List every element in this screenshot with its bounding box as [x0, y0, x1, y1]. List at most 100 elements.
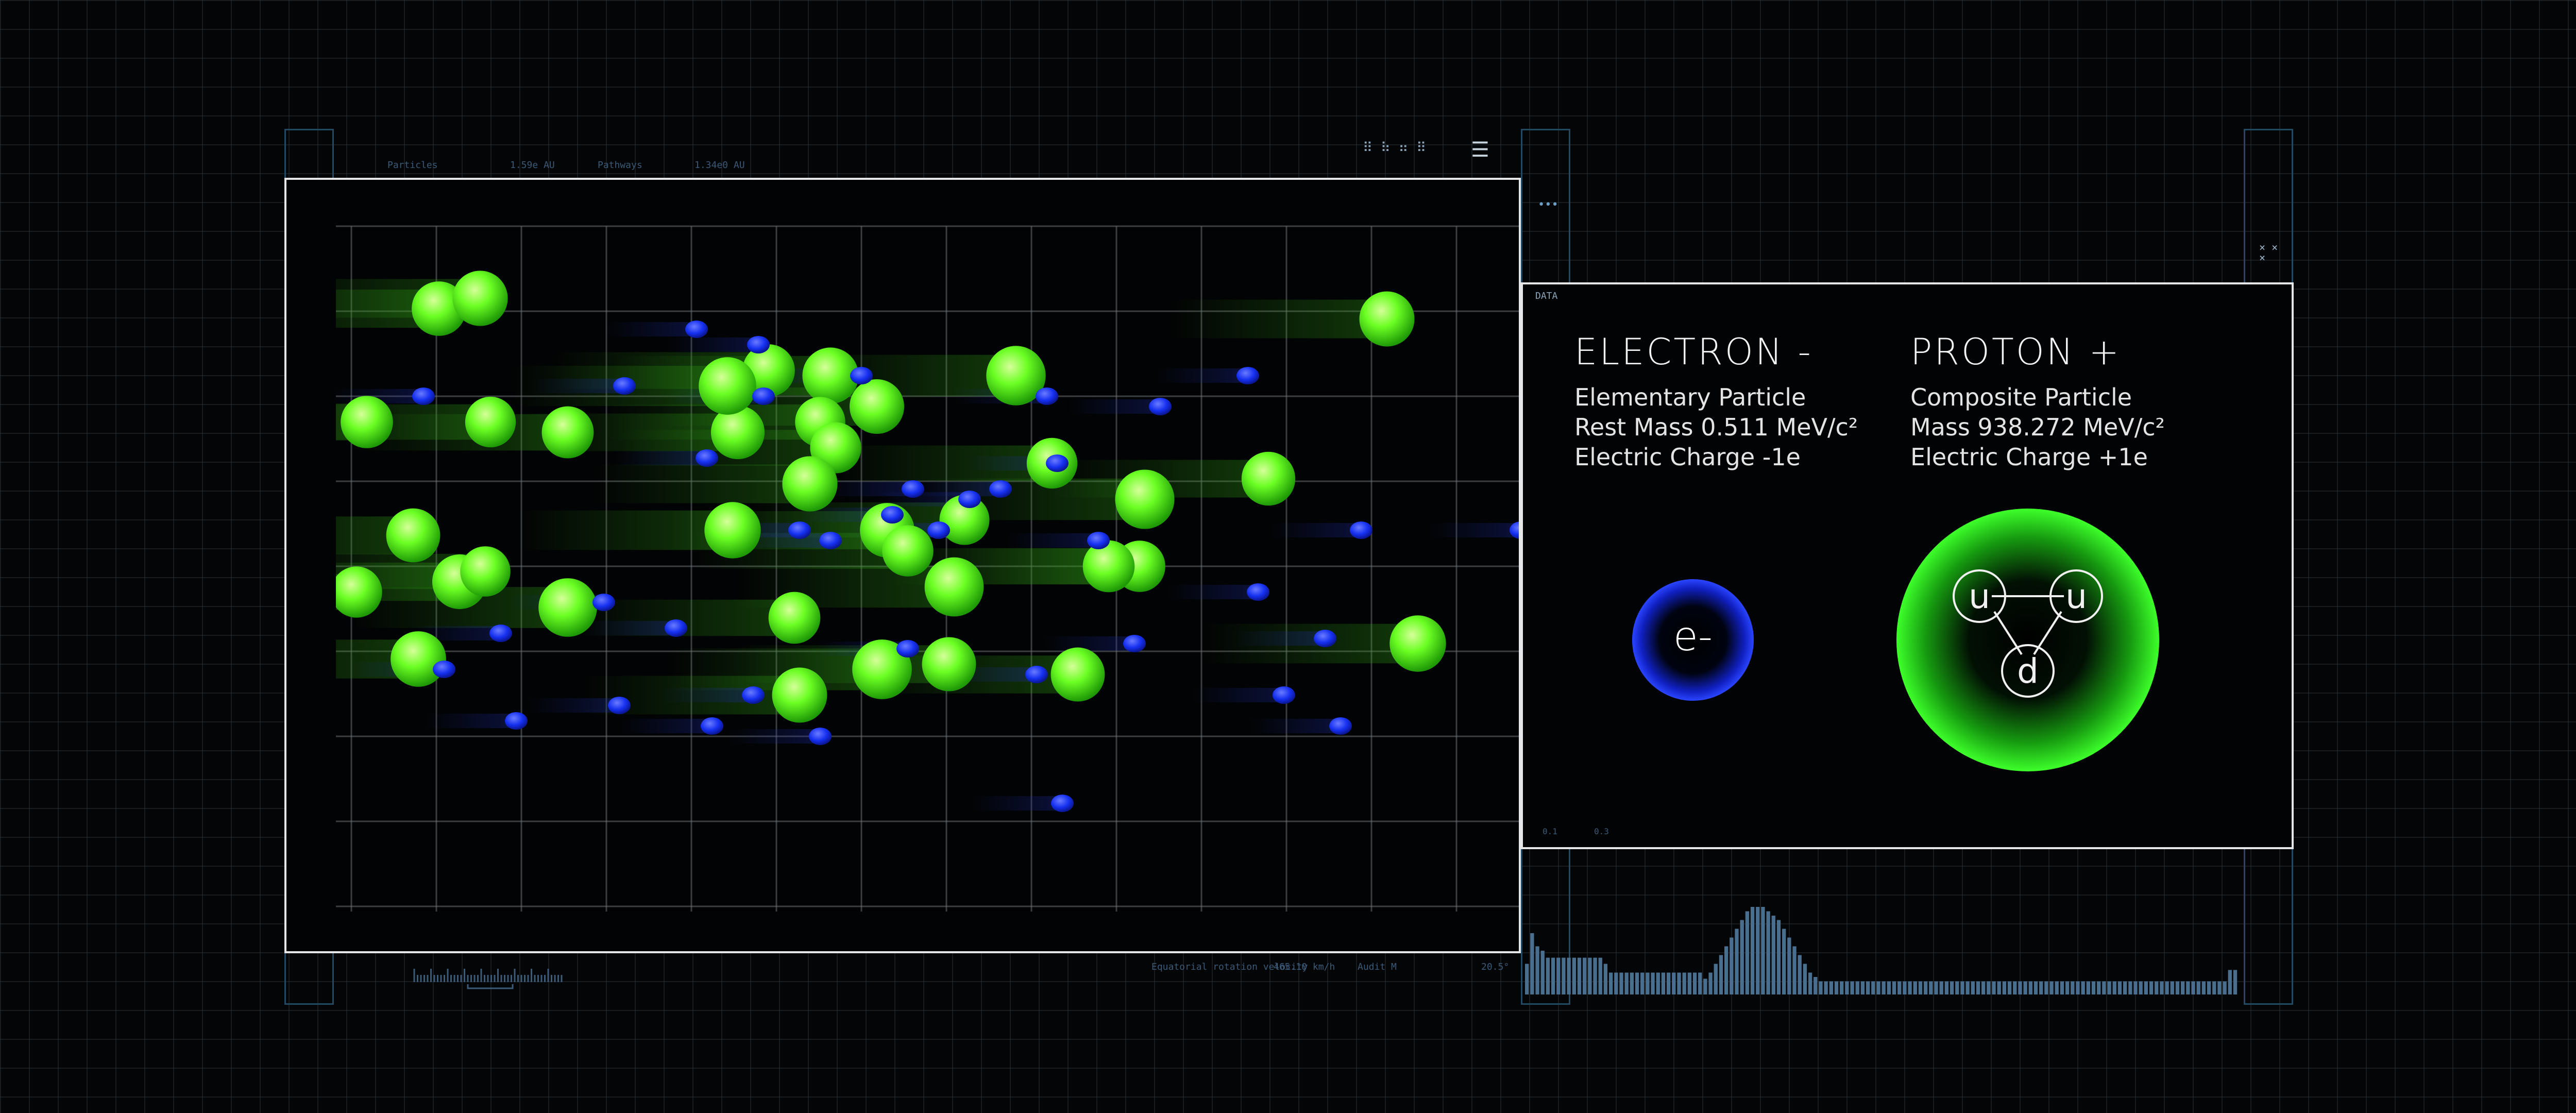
histogram-bar: [1750, 907, 1755, 994]
proton-particle[interactable]: [460, 546, 511, 597]
particle-trail: [1268, 523, 1361, 537]
particle-trail: [604, 322, 697, 336]
electron-particle[interactable]: [1350, 521, 1372, 539]
particle-trail: [527, 698, 619, 713]
electron-particle[interactable]: [412, 387, 435, 405]
proton-particle[interactable]: [882, 525, 934, 577]
histogram-bar: [1887, 981, 1891, 994]
proton-particle[interactable]: [772, 667, 827, 723]
proton-particle[interactable]: [341, 396, 393, 448]
electron-particle[interactable]: [1273, 686, 1295, 704]
electron-particle[interactable]: [902, 480, 924, 498]
electron-particle[interactable]: [788, 521, 811, 539]
electron-particle[interactable]: [809, 728, 832, 745]
proton-particle[interactable]: [541, 406, 594, 459]
particle-viewport[interactable]: [284, 178, 1521, 953]
histogram-bar: [2049, 981, 2054, 994]
electron-particle[interactable]: [1247, 583, 1269, 601]
proton-icon[interactable]: u u d: [1889, 501, 2167, 779]
energy-histogram[interactable]: [1525, 897, 2239, 994]
proton-particle[interactable]: [391, 631, 446, 687]
electron-particle[interactable]: [989, 480, 1012, 498]
histogram-bar: [1782, 929, 1786, 994]
histogram-bar: [2076, 981, 2080, 994]
histogram-bar: [1798, 955, 1802, 994]
bottom-ruler[interactable]: [412, 964, 567, 989]
histogram-bar: [2002, 981, 2007, 994]
electron-particle[interactable]: [1087, 532, 1110, 549]
graph-glyph[interactable]: ⠿ ⠷ ⠶ ⠿: [1363, 140, 1426, 156]
particle-trail: [970, 796, 1062, 811]
electron-particle[interactable]: [850, 367, 873, 384]
electron-particle[interactable]: [742, 686, 765, 704]
histogram-bar: [1808, 972, 1812, 994]
proton-particle[interactable]: [1359, 291, 1415, 347]
electron-particle[interactable]: [1123, 635, 1146, 652]
electron-particle[interactable]: [701, 717, 723, 735]
histogram-bar: [1824, 981, 1828, 994]
histogram-bar: [1787, 937, 1791, 994]
histogram-bar: [1677, 972, 1681, 994]
electron-particle[interactable]: [927, 521, 950, 539]
electron-particle[interactable]: [613, 377, 636, 395]
proton-particle[interactable]: [1082, 540, 1135, 593]
histogram-bar: [1792, 946, 1797, 994]
electron-particle[interactable]: [1329, 717, 1352, 735]
proton-particle[interactable]: [386, 508, 440, 563]
proton-particle[interactable]: [1050, 647, 1105, 702]
electron-particle[interactable]: [1036, 387, 1058, 405]
electron-particle[interactable]: [685, 321, 708, 338]
electron-particle[interactable]: [489, 625, 512, 642]
electron-particle[interactable]: [608, 697, 631, 714]
electron-particle[interactable]: [696, 449, 718, 467]
footer-label-audit: Audit M: [1358, 962, 1397, 972]
electron-particle[interactable]: [881, 506, 904, 524]
histogram-bar: [1546, 957, 1550, 994]
histogram-bar: [2223, 981, 2227, 994]
histogram-bar: [1761, 907, 1765, 994]
electron-particle[interactable]: [1314, 630, 1336, 647]
electron-particle[interactable]: [505, 712, 528, 730]
electron-icon[interactable]: e-: [1626, 573, 1760, 707]
histogram-bar: [1708, 972, 1713, 994]
close-icon[interactable]: × × ×: [2259, 242, 2280, 263]
electron-particle[interactable]: [665, 619, 687, 637]
proton-particle[interactable]: [538, 578, 597, 637]
menu-icon[interactable]: ☰: [1471, 138, 1489, 162]
histogram-bar: [1588, 957, 1592, 994]
connector-dots[interactable]: •••: [1538, 198, 1558, 211]
electron-particle[interactable]: [819, 532, 842, 549]
proton-particle[interactable]: [452, 271, 508, 326]
electron-particle[interactable]: [1236, 367, 1259, 384]
proton-particle[interactable]: [768, 592, 821, 644]
histogram-bar: [2028, 981, 2032, 994]
proton-particle[interactable]: [710, 405, 765, 460]
histogram-bar: [1567, 957, 1571, 994]
proton-particle[interactable]: [1115, 469, 1175, 529]
proton-particle[interactable]: [924, 557, 984, 617]
particle-simulation[interactable]: [336, 180, 1521, 953]
proton-particle[interactable]: [699, 357, 756, 415]
proton-particle[interactable]: [850, 379, 904, 434]
electron-particle[interactable]: [1051, 795, 1074, 812]
electron-particle[interactable]: [747, 336, 770, 353]
electron-particle[interactable]: [752, 387, 775, 405]
electron-particle[interactable]: [433, 661, 455, 678]
particle-trail: [1006, 533, 1098, 548]
electron-particle[interactable]: [1149, 398, 1172, 415]
electron-particle[interactable]: [1046, 454, 1069, 472]
histogram-bar: [1955, 981, 1959, 994]
proton-particle[interactable]: [1389, 615, 1446, 672]
proton-particle[interactable]: [704, 502, 761, 559]
proton-particle[interactable]: [465, 396, 516, 448]
electron-particle[interactable]: [1025, 666, 1048, 683]
proton-particle[interactable]: [782, 456, 838, 512]
electron-particle[interactable]: [592, 594, 615, 611]
electron-particle[interactable]: [958, 491, 981, 508]
histogram-bar: [2186, 981, 2190, 994]
proton-particle[interactable]: [922, 637, 976, 692]
proton-particle[interactable]: [1241, 451, 1296, 506]
histogram-bar: [1714, 964, 1718, 994]
electron-particle[interactable]: [896, 640, 919, 657]
histogram-bar: [1840, 981, 1844, 994]
